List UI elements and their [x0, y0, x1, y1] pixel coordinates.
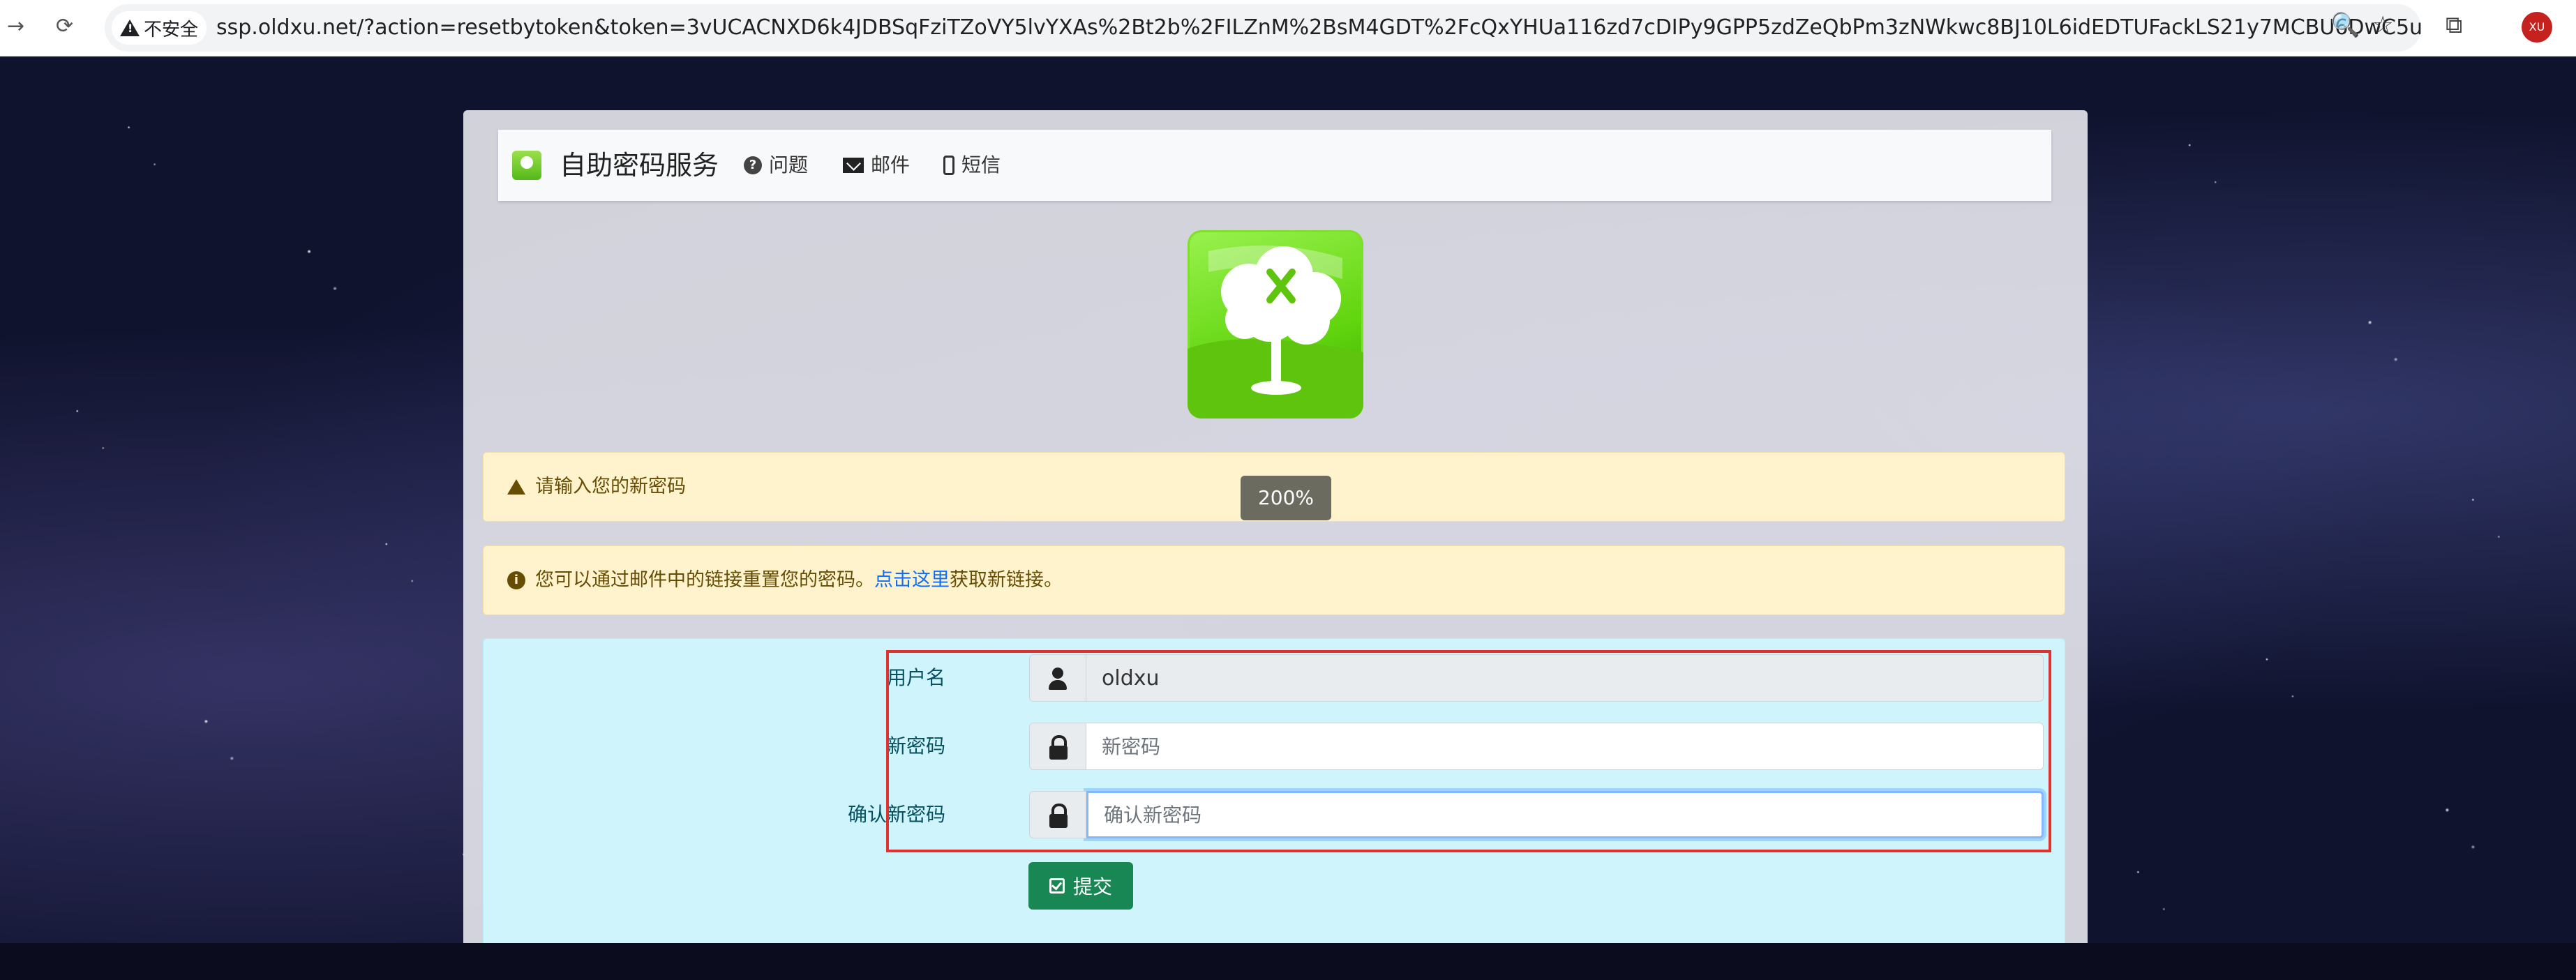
- reload-icon[interactable]: ⟳: [56, 11, 73, 42]
- confirm-password-field[interactable]: [1086, 791, 2044, 838]
- info-circle-icon: i: [507, 571, 525, 589]
- mobile-icon: [943, 156, 954, 175]
- forward-icon[interactable]: →: [7, 11, 24, 42]
- request-new-link[interactable]: 点击这里: [874, 546, 950, 615]
- profile-avatar[interactable]: XU: [2522, 12, 2552, 43]
- new-password-field[interactable]: [1086, 723, 2044, 770]
- username-input-group: [1029, 654, 2044, 702]
- warning-icon: [507, 479, 525, 495]
- warning-icon: [120, 20, 140, 36]
- info-text-suffix: 获取新链接。: [950, 569, 1063, 591]
- username-field[interactable]: [1086, 654, 2044, 702]
- question-circle-icon: ?: [744, 156, 762, 174]
- url-text[interactable]: ssp.oldxu.net/?action=resetbytoken&token…: [216, 4, 2421, 52]
- warning-text: 请输入您的新密码: [535, 476, 686, 497]
- nav-label-sms: 短信: [961, 153, 1001, 176]
- address-bar[interactable]: 不安全 ssp.oldxu.net/?action=resetbytoken&t…: [105, 4, 2421, 52]
- security-label: 不安全: [144, 19, 199, 40]
- user-icon: [1029, 654, 1086, 702]
- submit-button[interactable]: 提交: [1028, 862, 1133, 910]
- navbar: 自助密码服务 ? 问题 邮件 短信: [498, 130, 2051, 201]
- username-row: 用户名: [484, 651, 2066, 704]
- nav-item-sms[interactable]: 短信: [943, 145, 1001, 186]
- brand-title[interactable]: 自助密码服务: [560, 145, 719, 186]
- app-logo-tree-icon: [1188, 230, 1363, 419]
- submit-label: 提交: [1072, 875, 1112, 898]
- check-square-icon: [1049, 878, 1065, 894]
- nav-label-question: 问题: [769, 153, 809, 176]
- reset-password-form: 用户名 新密码 确认新密码: [483, 638, 2065, 943]
- bookmark-star-icon[interactable]: ☆: [2372, 11, 2393, 39]
- lock-icon: [1029, 723, 1086, 770]
- info-text-prefix: 您可以通过邮件中的链接重置您的密码。: [535, 569, 874, 591]
- page-container: 自助密码服务 ? 问题 邮件 短信 请输入您的新密码 i 您可以通过邮件中的链接…: [463, 110, 2088, 943]
- confirm-password-label: 确认新密码: [847, 803, 945, 826]
- new-password-input-group: [1029, 723, 2044, 770]
- zoom-level-badge: 200%: [1241, 476, 1331, 520]
- browser-toolbar: → ⟳ 不安全 ssp.oldxu.net/?action=resetbytok…: [0, 0, 2576, 56]
- nav-item-email[interactable]: 邮件: [843, 145, 910, 186]
- brand-logo-icon[interactable]: [512, 151, 541, 180]
- new-password-label: 新密码: [886, 734, 945, 757]
- nav-label-email: 邮件: [871, 153, 911, 176]
- envelope-icon: [843, 158, 864, 173]
- confirm-password-row: 确认新密码: [484, 788, 2066, 841]
- info-alert: i 您可以通过邮件中的链接重置您的密码。 点击这里 获取新链接。: [483, 545, 2065, 615]
- extensions-icon[interactable]: ⧉: [2446, 11, 2462, 39]
- confirm-password-input-group: [1029, 791, 2044, 838]
- new-password-row: 新密码: [484, 720, 2066, 773]
- username-label: 用户名: [886, 666, 945, 689]
- nav-item-question[interactable]: ? 问题: [744, 145, 808, 186]
- lock-icon: [1029, 791, 1086, 838]
- zoom-icon[interactable]: 🔍: [2330, 11, 2360, 39]
- security-chip[interactable]: 不安全: [112, 11, 207, 45]
